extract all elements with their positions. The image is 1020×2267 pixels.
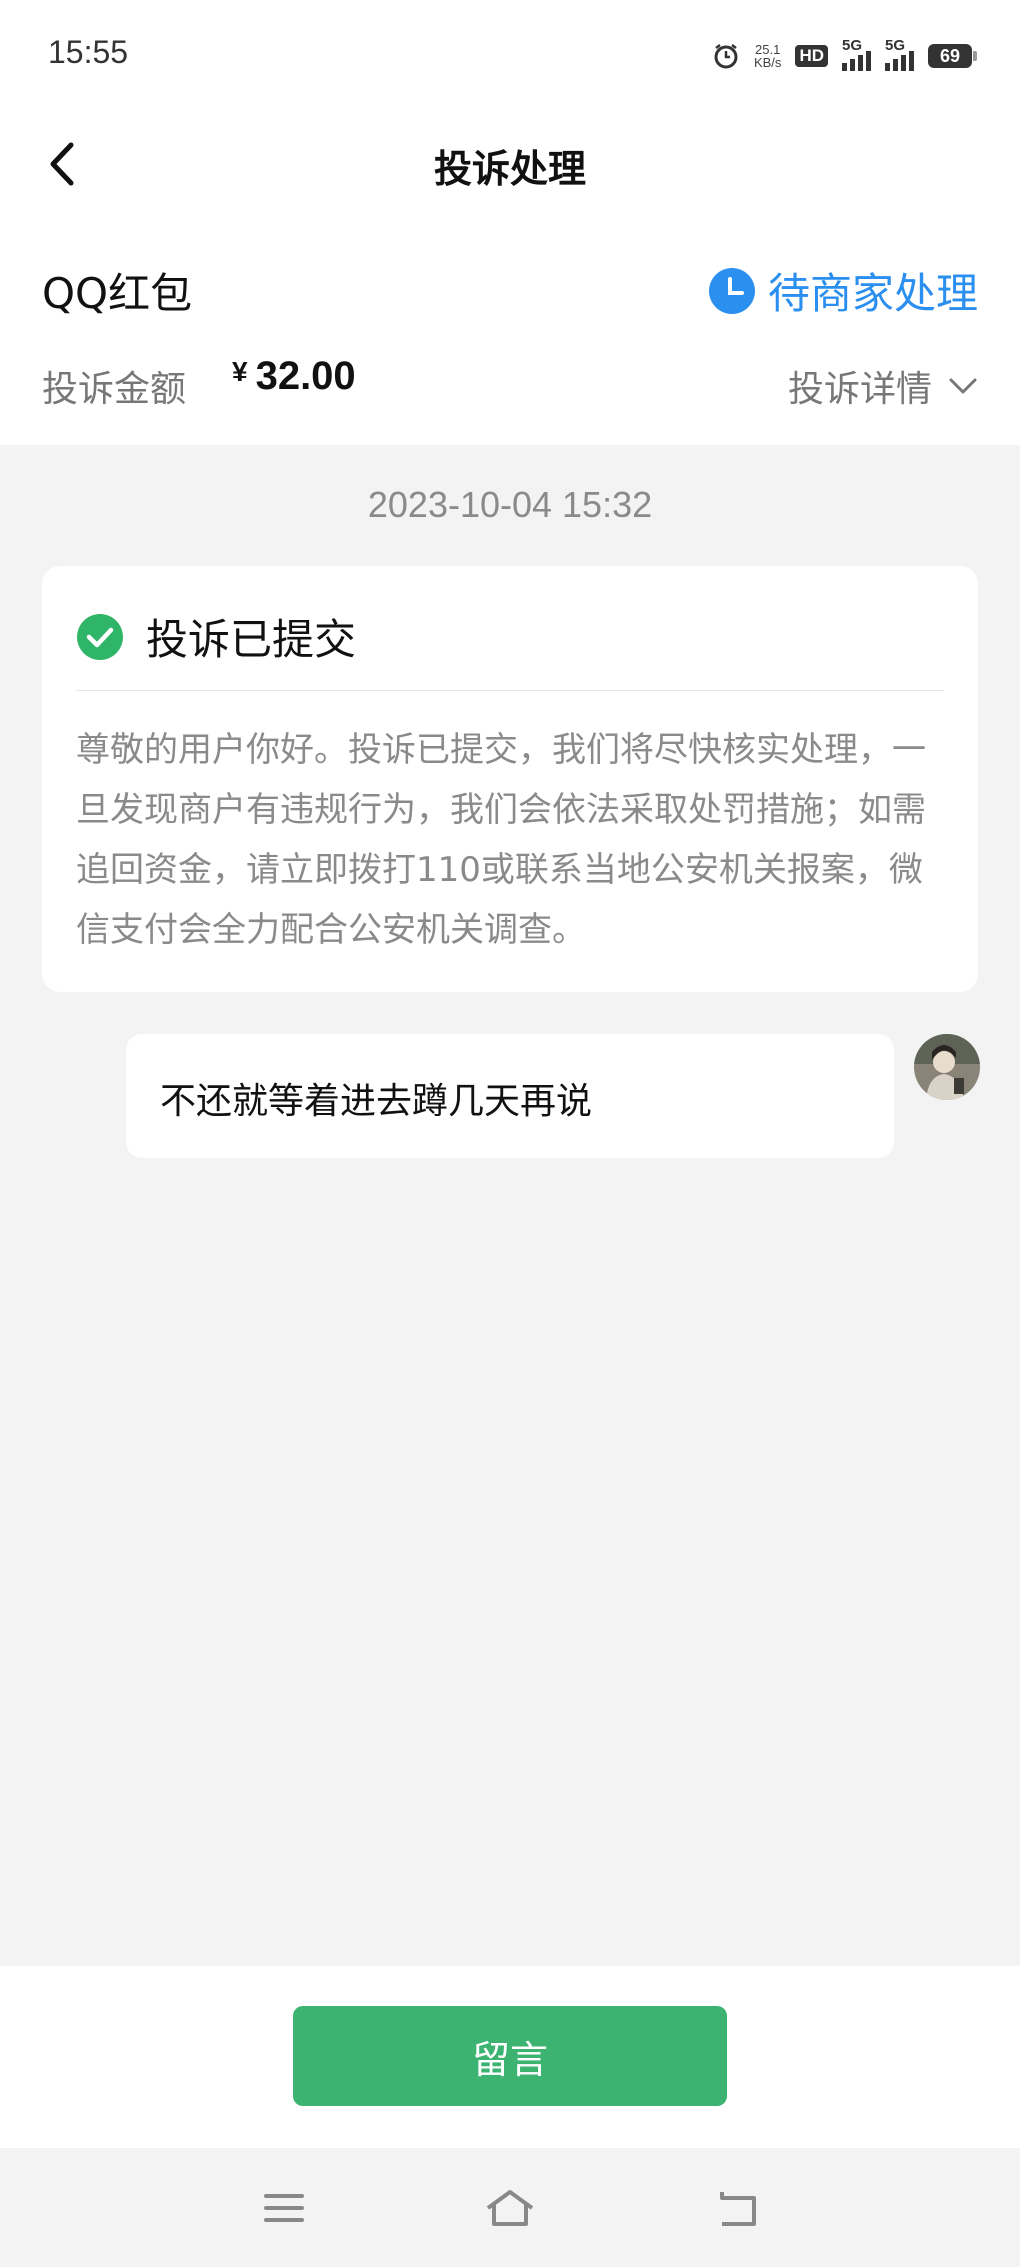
network-speed-unit: KB/s <box>753 55 782 70</box>
hd-icon: HD <box>795 45 828 67</box>
nav-bar: 投诉处理 <box>0 110 1020 220</box>
status-label: 待商家处理 <box>767 269 978 318</box>
battery-icon: 69 <box>928 44 977 68</box>
signal-sim2-icon: 5G <box>885 37 914 71</box>
network-speed: 25.1 KB/s <box>754 43 781 69</box>
system-nav-bar <box>0 2148 1020 2267</box>
notice-divider <box>76 690 944 691</box>
home-icon <box>486 2190 534 2226</box>
page-title: 投诉处理 <box>433 147 586 191</box>
complaint-detail-toggle[interactable]: 投诉详情 <box>788 360 978 412</box>
chevron-down-icon <box>949 378 977 394</box>
check-circle-icon <box>77 613 123 660</box>
status-bar: 15:55 25.1 KB/s HD 5G 5G 69 <box>0 0 1020 110</box>
clock-icon <box>708 267 755 314</box>
menu-button[interactable] <box>254 2178 314 2238</box>
currency-symbol: ¥ <box>232 356 248 387</box>
signal-sim1-label: 5G <box>842 37 863 54</box>
user-avatar-image <box>914 1034 980 1100</box>
complaint-detail-label: 投诉详情 <box>787 369 932 410</box>
bottom-action-bar: 留言 <box>0 1966 1020 2148</box>
return-icon <box>720 2192 756 2226</box>
user-message-row: 不还就等着进去蹲几天再说 <box>0 1034 1020 1164</box>
signal-sim2-label: 5G <box>885 37 906 54</box>
amount-label: 投诉金额 <box>42 369 187 410</box>
status-icons: 25.1 KB/s HD 5G 5G 69 <box>712 37 977 74</box>
complaint-summary: QQ红包 待商家处理 投诉金额 ¥32.00 投诉详情 <box>0 220 1020 445</box>
timeline-timestamp: 2023-10-04 15:32 <box>367 484 653 525</box>
alarm-icon <box>714 44 738 69</box>
leave-message-button[interactable]: 留言 <box>293 2006 727 2106</box>
message-bubble: 不还就等着进去蹲几天再说 <box>126 1034 894 1158</box>
back-system-button[interactable] <box>708 2178 768 2238</box>
merchant-name: QQ红包 <box>42 269 193 318</box>
notice-body: 尊敬的用户你好。投诉已提交，我们将尽快核实处理，一旦发现商户有违规行为，我们会依… <box>76 730 926 950</box>
home-button[interactable] <box>480 2178 540 2238</box>
status-badge: 待商家处理 <box>708 260 978 321</box>
status-time: 15:55 <box>48 34 129 70</box>
avatar[interactable] <box>914 1034 980 1100</box>
amount-value: ¥32.00 <box>232 354 356 399</box>
notice-header: 投诉已提交 <box>76 606 356 667</box>
menu-icon <box>264 2194 304 2222</box>
amount-number: 32.00 <box>255 354 356 398</box>
notice-card: 投诉已提交 尊敬的用户你好。投诉已提交，我们将尽快核实处理，一旦发现商户有违规行… <box>42 566 978 992</box>
signal-sim1-icon: 5G <box>842 37 871 71</box>
notice-title: 投诉已提交 <box>146 615 357 664</box>
